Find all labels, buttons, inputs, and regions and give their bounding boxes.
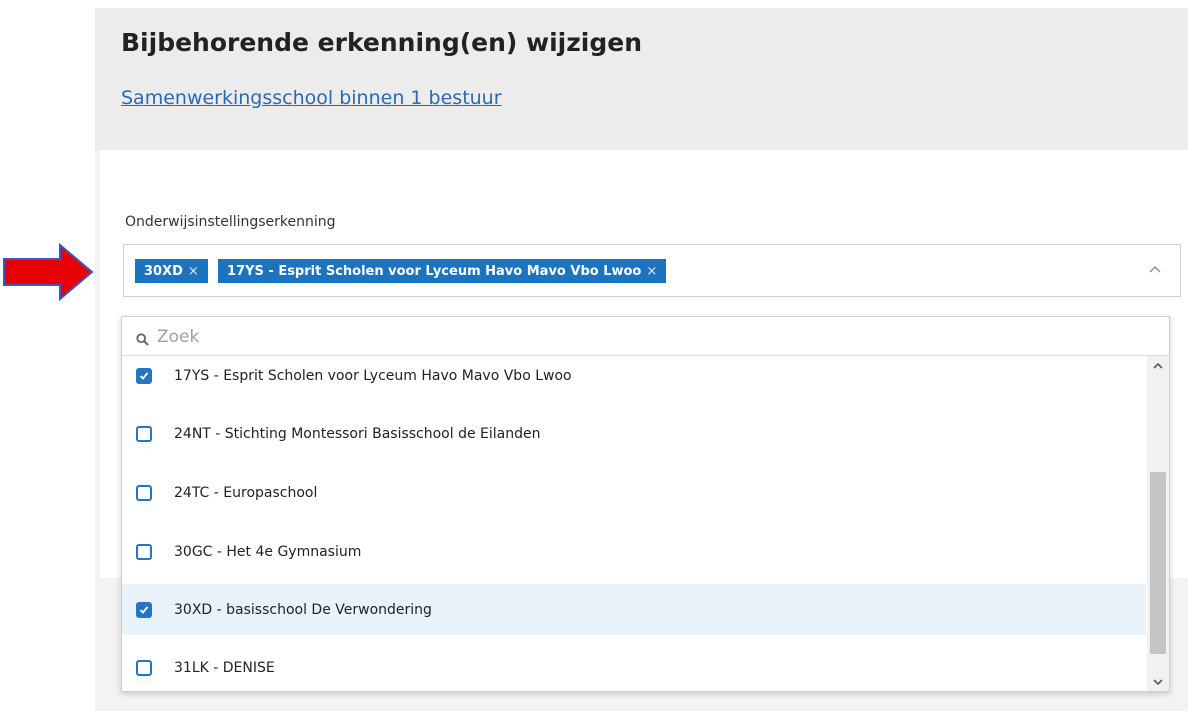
- multiselect-field[interactable]: 30XD × 17YS - Esprit Scholen voor Lyceum…: [123, 244, 1181, 297]
- panel-header: Bijbehorende erkenning(en) wijzigen Same…: [95, 8, 1188, 150]
- scroll-up-icon[interactable]: [1147, 356, 1169, 374]
- search-icon: [136, 331, 149, 350]
- page-title: Bijbehorende erkenning(en) wijzigen: [121, 28, 643, 57]
- scroll-down-icon[interactable]: [1147, 673, 1169, 691]
- option-label: 30GC - Het 4e Gymnasium: [174, 543, 362, 560]
- option-30xd[interactable]: 30XD - basisschool De Verwondering: [122, 584, 1146, 635]
- red-arrow-icon: [2, 242, 94, 305]
- checkbox-unchecked[interactable]: [136, 659, 152, 676]
- checkbox-checked[interactable]: [136, 601, 152, 618]
- tag-label: 17YS - Esprit Scholen voor Lyceum Havo M…: [227, 263, 642, 279]
- option-label: 17YS - Esprit Scholen voor Lyceum Havo M…: [174, 368, 572, 384]
- tag-label: 30XD: [144, 263, 183, 279]
- check-icon: [139, 605, 149, 614]
- selected-tag-30xd: 30XD ×: [135, 259, 208, 283]
- scrollbar[interactable]: [1147, 356, 1169, 691]
- search-input[interactable]: [155, 322, 1109, 352]
- option-17ys[interactable]: 17YS - Esprit Scholen voor Lyceum Havo M…: [122, 356, 1146, 396]
- search-row: [122, 317, 1169, 356]
- option-30gc[interactable]: 30GC - Het 4e Gymnasium: [122, 526, 1146, 577]
- option-label: 30XD - basisschool De Verwondering: [174, 601, 432, 618]
- school-type-link[interactable]: Samenwerkingsschool binnen 1 bestuur: [121, 87, 502, 109]
- options-list: 17YS - Esprit Scholen voor Lyceum Havo M…: [122, 356, 1146, 691]
- option-24tc[interactable]: 24TC - Europaschool: [122, 467, 1146, 518]
- chevron-up-icon[interactable]: [1148, 264, 1162, 278]
- checkbox-unchecked[interactable]: [136, 543, 152, 560]
- checkbox-unchecked[interactable]: [136, 484, 152, 501]
- remove-tag-17ys-button[interactable]: ×: [646, 264, 657, 279]
- option-label: 24TC - Europaschool: [174, 484, 318, 501]
- scroll-thumb[interactable]: [1150, 472, 1166, 654]
- option-31lk[interactable]: 31LK - DENISE: [122, 642, 1146, 691]
- option-label: 31LK - DENISE: [174, 659, 275, 676]
- selected-tag-17ys: 17YS - Esprit Scholen voor Lyceum Havo M…: [218, 259, 667, 283]
- remove-tag-30xd-button[interactable]: ×: [188, 264, 199, 279]
- checkbox-checked[interactable]: [136, 368, 152, 384]
- dropdown-menu: 17YS - Esprit Scholen voor Lyceum Havo M…: [121, 316, 1170, 692]
- checkbox-unchecked[interactable]: [136, 425, 152, 442]
- option-24nt[interactable]: 24NT - Stichting Montessori Basisschool …: [122, 408, 1146, 459]
- field-label: Onderwijsinstellingserkenning: [125, 214, 336, 230]
- option-label: 24NT - Stichting Montessori Basisschool …: [174, 425, 541, 442]
- check-icon: [139, 372, 149, 380]
